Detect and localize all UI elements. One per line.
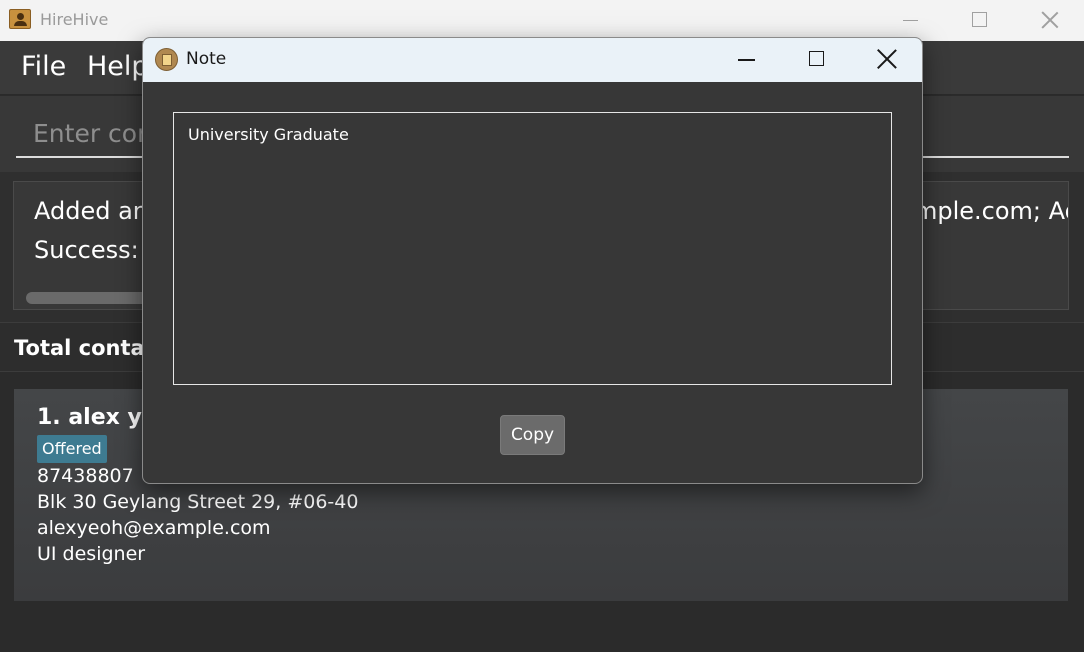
menu-help[interactable]: Help — [87, 51, 149, 82]
close-button[interactable] — [1029, 8, 1069, 32]
copy-button[interactable]: Copy — [500, 415, 565, 455]
note-textarea[interactable]: University Graduate — [173, 112, 892, 385]
note-title-bar[interactable]: Note — [143, 38, 922, 82]
notepad-icon — [155, 48, 178, 71]
result-line-1-end: mple.com; Ad — [914, 197, 1069, 225]
note-title: Note — [186, 49, 227, 69]
note-minimize-button[interactable] — [738, 59, 755, 61]
note-maximize-button[interactable] — [809, 51, 824, 66]
main-title-bar: HireHive — [0, 0, 1084, 41]
note-dialog: Note University Graduate Copy — [142, 37, 923, 484]
contact-book-icon — [9, 9, 31, 29]
contact-address: Blk 30 Geylang Street 29, #06-40 — [37, 491, 359, 513]
minimize-icon — [903, 20, 918, 21]
minimize-button[interactable] — [890, 8, 930, 32]
app-title: HireHive — [40, 10, 109, 29]
contact-phone: 87438807 — [37, 465, 134, 487]
contact-email: alexyeoh@example.com — [37, 517, 271, 539]
close-icon — [1041, 11, 1059, 29]
maximize-icon — [972, 12, 987, 27]
horizontal-scrollbar[interactable] — [26, 292, 156, 304]
menu-file[interactable]: File — [21, 51, 66, 82]
maximize-button[interactable] — [959, 8, 999, 32]
status-badge: Offered — [37, 435, 107, 463]
note-close-button[interactable] — [877, 49, 897, 69]
contact-role: UI designer — [37, 543, 146, 565]
